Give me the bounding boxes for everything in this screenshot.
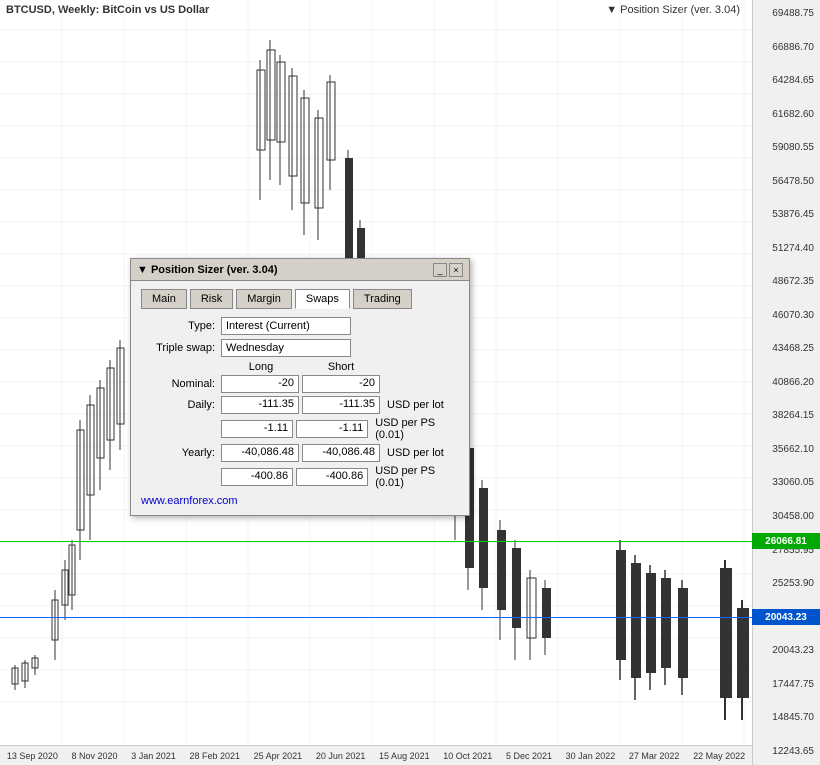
price-level-18: 25253.90 <box>755 578 818 589</box>
green-price-line <box>0 541 752 542</box>
daily-ps-unit: USD per PS (0.01) <box>375 417 459 441</box>
yearly-row: Yearly: -40,086.48 -40,086.48 USD per lo… <box>141 444 459 462</box>
type-label: Type: <box>141 320 221 332</box>
price-level-3: 64284.65 <box>755 75 818 86</box>
time-label-11: 27 Mar 2022 <box>629 751 680 761</box>
daily-short: -111.35 <box>302 396 380 414</box>
price-level-12: 40866.20 <box>755 377 818 388</box>
yearly-label: Yearly: <box>141 447 221 459</box>
col-header-long: Long <box>221 361 301 373</box>
triple-swap-label: Triple swap: <box>141 342 221 354</box>
time-label-1: 13 Sep 2020 <box>7 751 58 761</box>
time-label-2: 8 Nov 2020 <box>72 751 118 761</box>
nominal-long: -20 <box>221 375 299 393</box>
daily-ps-row: -1.11 -1.11 USD per PS (0.01) <box>141 417 459 441</box>
triple-swap-value: Wednesday <box>221 339 351 357</box>
nominal-label: Nominal: <box>141 378 221 390</box>
earnforex-link[interactable]: www.earnforex.com <box>141 495 459 507</box>
time-label-9: 5 Dec 2021 <box>506 751 552 761</box>
yearly-unit: USD per lot <box>387 447 444 459</box>
daily-long: -111.35 <box>221 396 299 414</box>
dialog-minimize-button[interactable]: _ <box>433 263 447 277</box>
blue-price-badge: 20043.23 <box>752 609 820 625</box>
tab-swaps[interactable]: Swaps <box>295 289 350 309</box>
time-label-6: 20 Jun 2021 <box>316 751 366 761</box>
price-level-22: 14845.70 <box>755 712 818 723</box>
yearly-ps-row: -400.86 -400.86 USD per PS (0.01) <box>141 465 459 489</box>
yearly-ps-long: -400.86 <box>221 468 293 486</box>
tab-main[interactable]: Main <box>141 289 187 309</box>
position-sizer-dialog: ▼ Position Sizer (ver. 3.04) _ × Main Ri… <box>130 258 470 516</box>
dialog-close-button[interactable]: × <box>449 263 463 277</box>
price-level-7: 53876.45 <box>755 209 818 220</box>
price-level-14: 35662.10 <box>755 444 818 455</box>
price-level-5: 59080.55 <box>755 142 818 153</box>
time-axis: 13 Sep 2020 8 Nov 2020 3 Jan 2021 28 Feb… <box>0 745 752 765</box>
price-level-1: 69488.75 <box>755 8 818 19</box>
price-axis: 69488.75 66886.70 64284.65 61682.60 5908… <box>752 0 820 765</box>
daily-label: Daily: <box>141 399 221 411</box>
time-label-8: 10 Oct 2021 <box>443 751 492 761</box>
price-level-16: 30458.00 <box>755 511 818 522</box>
chart-container: BTCUSD, Weekly: BitCoin vs US Dollar ▼ P… <box>0 0 820 765</box>
price-level-4: 61682.60 <box>755 109 818 120</box>
time-label-12: 22 May 2022 <box>693 751 745 761</box>
price-level-11: 43468.25 <box>755 343 818 354</box>
yearly-long: -40,086.48 <box>221 444 299 462</box>
col-header-short: Short <box>301 361 381 373</box>
price-level-15: 33060.05 <box>755 477 818 488</box>
dialog-title-text: ▼ Position Sizer (ver. 3.04) <box>137 264 278 276</box>
price-level-21: 17447.75 <box>755 679 818 690</box>
price-level-8: 51274.40 <box>755 243 818 254</box>
time-label-10: 30 Jan 2022 <box>566 751 616 761</box>
time-label-5: 25 Apr 2021 <box>254 751 303 761</box>
type-value: Interest (Current) <box>221 317 351 335</box>
time-label-3: 3 Jan 2021 <box>131 751 176 761</box>
nominal-short: -20 <box>302 375 380 393</box>
price-level-2: 66886.70 <box>755 42 818 53</box>
daily-unit: USD per lot <box>387 399 444 411</box>
price-level-6: 56478.50 <box>755 176 818 187</box>
green-price-badge: 26066.81 <box>752 533 820 549</box>
blue-price-line <box>0 617 752 618</box>
daily-ps-short: -1.11 <box>296 420 368 438</box>
price-level-9: 48672.35 <box>755 276 818 287</box>
dialog-window-controls: _ × <box>433 263 463 277</box>
daily-row: Daily: -111.35 -111.35 USD per lot <box>141 396 459 414</box>
dialog-tabs: Main Risk Margin Swaps Trading <box>141 289 459 309</box>
price-level-20: 20043.23 <box>755 645 818 656</box>
type-row: Type: Interest (Current) <box>141 317 459 335</box>
price-level-23: 12243.65 <box>755 746 818 757</box>
daily-ps-long: -1.11 <box>221 420 293 438</box>
price-level-10: 46070.30 <box>755 310 818 321</box>
yearly-ps-unit: USD per PS (0.01) <box>375 465 459 489</box>
tab-risk[interactable]: Risk <box>190 289 233 309</box>
column-headers: Long Short <box>141 361 459 373</box>
tab-margin[interactable]: Margin <box>236 289 292 309</box>
yearly-ps-short: -400.86 <box>296 468 368 486</box>
yearly-short: -40,086.48 <box>302 444 380 462</box>
nominal-row: Nominal: -20 -20 <box>141 375 459 393</box>
price-level-13: 38264.15 <box>755 410 818 421</box>
tab-trading[interactable]: Trading <box>353 289 412 309</box>
dialog-titlebar[interactable]: ▼ Position Sizer (ver. 3.04) _ × <box>131 259 469 281</box>
triple-swap-row: Triple swap: Wednesday <box>141 339 459 357</box>
time-label-7: 15 Aug 2021 <box>379 751 430 761</box>
time-label-4: 28 Feb 2021 <box>189 751 240 761</box>
dialog-body: Main Risk Margin Swaps Trading Type: Int… <box>131 281 469 515</box>
